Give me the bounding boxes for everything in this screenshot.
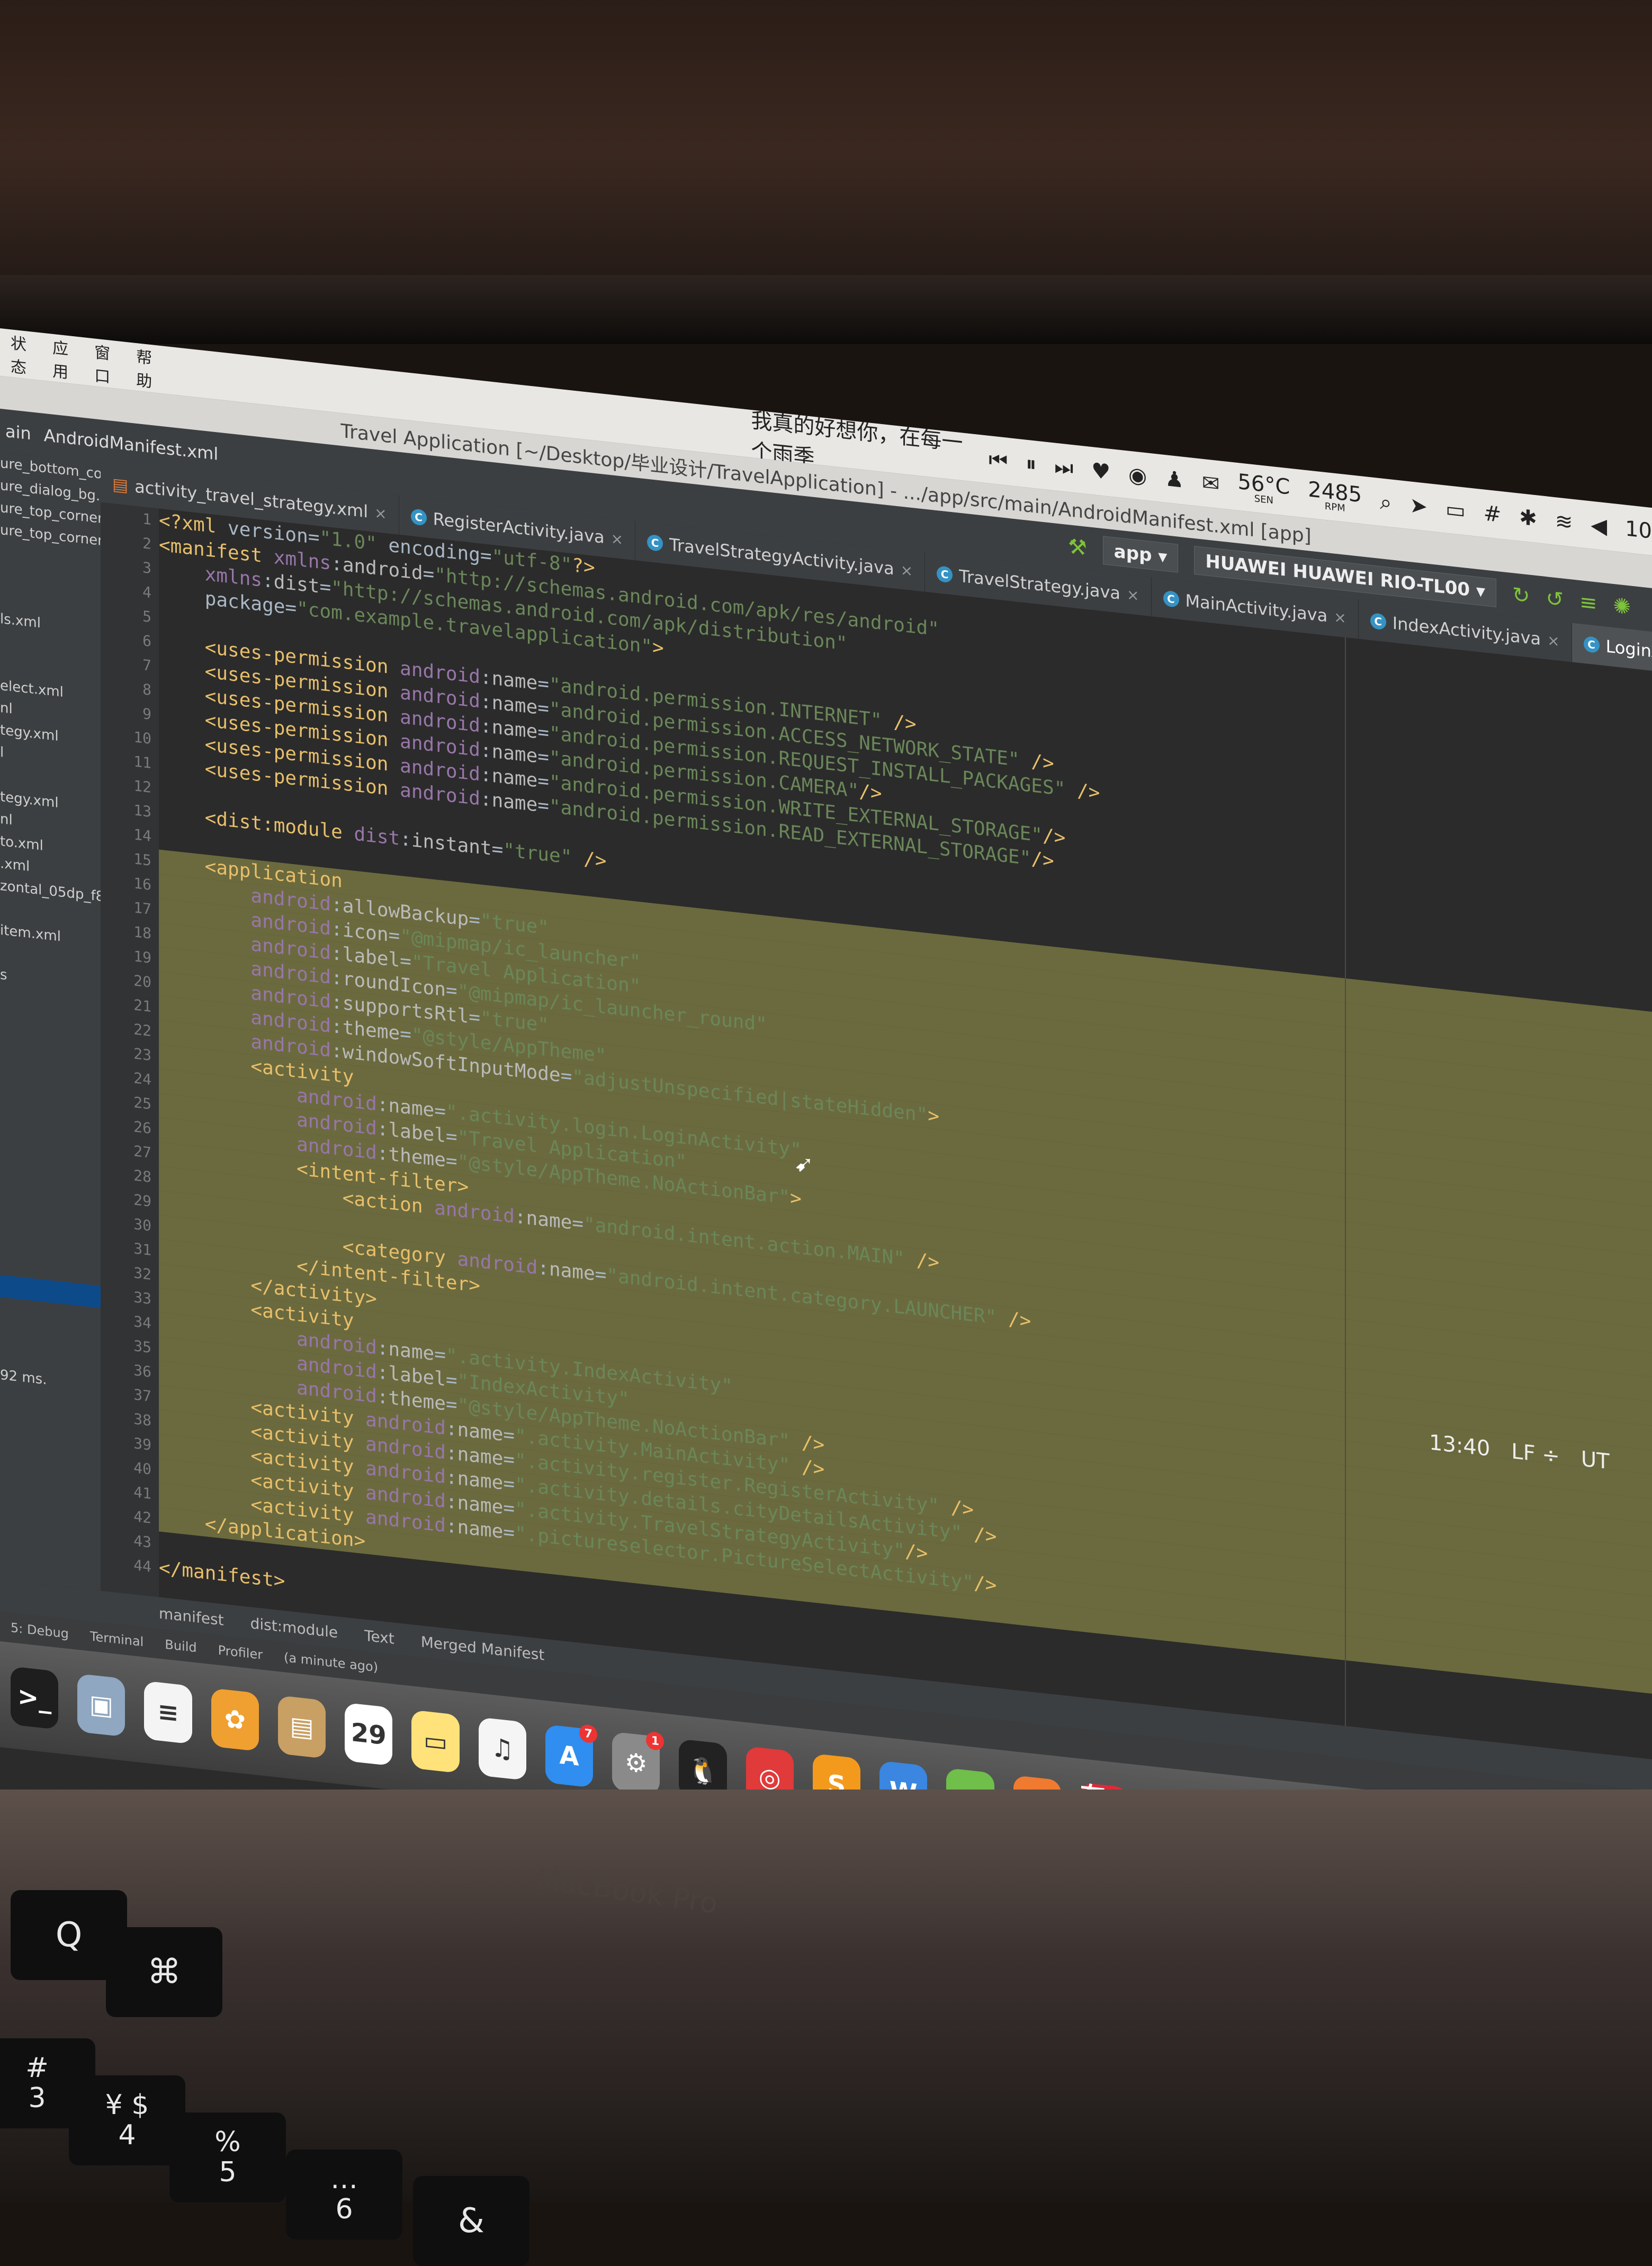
event-log-time: (a minute ago) bbox=[284, 1650, 379, 1675]
keyboard-key[interactable]: ¥ $ 4 bbox=[69, 2075, 185, 2165]
line-separator-indicator[interactable]: LF ÷ bbox=[1512, 1439, 1560, 1469]
editor-tab-label: MainActivity.java bbox=[1185, 590, 1328, 626]
netease-menubar-icon[interactable]: ◉ bbox=[1128, 463, 1147, 489]
dock-photos-icon[interactable]: ✿ bbox=[211, 1688, 259, 1752]
notification-badge: 7 bbox=[579, 1723, 598, 1744]
right-margin-guide bbox=[1345, 637, 1346, 1727]
editor-tab-label: IndexActivity.java bbox=[1392, 613, 1541, 650]
dock-preview-icon[interactable]: ▣ bbox=[77, 1673, 125, 1737]
menu-help[interactable]: 帮助 bbox=[136, 344, 158, 392]
class-file-icon: C bbox=[937, 565, 953, 583]
fan-rpm-readout: 2485 RPM bbox=[1308, 477, 1362, 514]
keyboard-key[interactable]: % 5 bbox=[169, 2112, 286, 2202]
close-icon[interactable]: × bbox=[1127, 586, 1139, 605]
breadcrumb-file[interactable]: AndroidManifest.xml bbox=[44, 425, 218, 464]
debug-icon[interactable]: ✺ bbox=[1613, 594, 1631, 620]
run-icon[interactable]: ↻ bbox=[1512, 582, 1530, 609]
next-track-icon[interactable]: ⏭ bbox=[1054, 454, 1073, 481]
xml-file-icon: ▤ bbox=[112, 474, 129, 496]
tool-profiler[interactable]: Profiler bbox=[218, 1643, 263, 1662]
pause-icon[interactable]: ⏸ bbox=[1026, 451, 1036, 476]
close-icon[interactable]: × bbox=[611, 529, 623, 548]
display-icon[interactable]: ▭ bbox=[1446, 497, 1466, 524]
send-icon[interactable]: ➤ bbox=[1409, 493, 1427, 519]
close-icon[interactable]: × bbox=[901, 561, 913, 580]
bluetooth-icon[interactable]: ✱ bbox=[1519, 505, 1537, 532]
notification-badge: 1 bbox=[646, 1731, 665, 1751]
menu-window[interactable]: 窗口 bbox=[94, 339, 116, 388]
dock-contacts-icon[interactable]: ▤ bbox=[277, 1695, 326, 1759]
mouse-cursor-icon: ➹ bbox=[794, 1149, 814, 1179]
tool-terminal[interactable]: Terminal bbox=[90, 1629, 143, 1649]
class-file-icon: C bbox=[1370, 613, 1386, 631]
keyboard-key[interactable]: … 6 bbox=[286, 2150, 402, 2240]
dock-textedit-icon[interactable]: ≡ bbox=[144, 1680, 192, 1745]
wechat-menubar-icon[interactable]: ✉ bbox=[1202, 471, 1220, 497]
apply-changes-icon[interactable]: ↺ bbox=[1546, 586, 1564, 613]
dock-appstore-icon[interactable]: A7 bbox=[545, 1723, 598, 1788]
class-file-icon: C bbox=[410, 508, 427, 526]
dock-system-preferences-icon[interactable]: ⚙ 1 bbox=[612, 1731, 665, 1795]
run-config-select[interactable]: app ▾ bbox=[1102, 536, 1179, 573]
close-icon[interactable]: × bbox=[1334, 608, 1346, 627]
input-method-icon[interactable]: # bbox=[1484, 501, 1502, 527]
build-hammer-icon[interactable]: ⚒ bbox=[1068, 534, 1087, 561]
project-sidebar: ure_bottom_cor ure_dialog_bg.x ure_top_cor… bbox=[0, 452, 101, 1591]
tool-build[interactable]: Build bbox=[165, 1637, 196, 1656]
code-editor[interactable]: <?xml version="1.0" encoding="utf-8"?> <m… bbox=[159, 508, 1652, 1759]
menu-apps[interactable]: 应用 bbox=[52, 335, 74, 383]
keyboard-key[interactable]: ⌘ bbox=[106, 1927, 222, 2017]
close-icon[interactable]: × bbox=[1547, 631, 1559, 650]
encoding-indicator[interactable]: UT bbox=[1581, 1447, 1610, 1474]
class-file-icon: C bbox=[647, 534, 663, 552]
menu-status[interactable]: 状态 bbox=[11, 330, 32, 379]
screen: 状态 应用 窗口 帮助 我真的好想你，在每一个雨季 ⏮ ⏸ ⏭ ♥ ◉ ♟ ✉ … bbox=[0, 328, 1652, 2022]
dock-music-icon[interactable]: ♫ bbox=[478, 1717, 526, 1781]
tab-text[interactable]: Text bbox=[364, 1626, 394, 1647]
breadcrumb-manifest[interactable]: manifest bbox=[159, 1604, 224, 1629]
tool-debug[interactable]: 5: Debug bbox=[11, 1620, 69, 1641]
breadcrumb-module[interactable]: ain bbox=[5, 421, 31, 444]
menubar-time[interactable]: 10 bbox=[1625, 516, 1652, 544]
qq-menubar-icon[interactable]: ♟ bbox=[1165, 466, 1184, 493]
volume-icon[interactable]: ◀ bbox=[1591, 512, 1607, 538]
heart-icon[interactable]: ♥ bbox=[1091, 458, 1110, 485]
sync-icon[interactable]: ≡ bbox=[1579, 590, 1597, 616]
screen-bezel bbox=[0, 275, 1652, 344]
keyboard-key[interactable]: & bbox=[413, 2176, 529, 2266]
close-icon[interactable]: × bbox=[374, 503, 387, 523]
class-file-icon: C bbox=[1163, 590, 1179, 608]
previous-track-icon[interactable]: ⏮ bbox=[989, 447, 1008, 474]
dock-calendar-icon[interactable]: 29 bbox=[345, 1702, 393, 1766]
dock-terminal-icon[interactable]: >_ bbox=[11, 1666, 59, 1730]
line-number-gutter: 1 2 3 4 5 6 7 8 9 10 11 12 13 14 15 16 17 18 19 20 21 22 23 24 2… bbox=[101, 502, 159, 1597]
search-icon[interactable]: ⌕ bbox=[1380, 490, 1391, 515]
class-file-icon: C bbox=[1583, 635, 1600, 654]
dock-notes-icon[interactable]: ▭ bbox=[411, 1710, 460, 1774]
wifi-icon[interactable]: ≋ bbox=[1555, 509, 1573, 535]
temperature-readout: 56°C SEN bbox=[1237, 469, 1290, 507]
breadcrumb-dist-module[interactable]: dist:module bbox=[250, 1614, 338, 1641]
